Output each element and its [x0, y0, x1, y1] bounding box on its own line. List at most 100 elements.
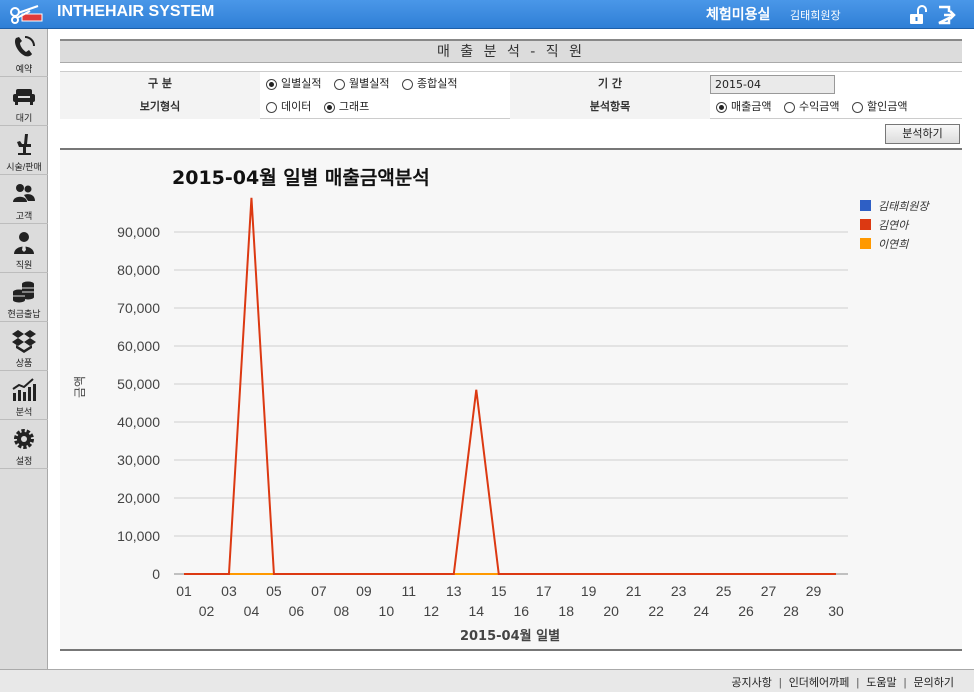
footer-link-inquiry[interactable]: 문의하기: [914, 677, 954, 689]
chart-title: 2015-04월 일별 매출금액분석: [172, 167, 430, 189]
gear-icon: [14, 429, 34, 449]
period-label: 기 간: [510, 72, 710, 96]
chart-area: 0 10,000 20,000 30,000 40,000 50,000 60,000 70,…: [60, 148, 962, 651]
radio-dot: [401, 78, 413, 90]
x-tick-label: 27: [761, 583, 777, 599]
x-tick-label: 21: [626, 583, 642, 599]
x-tick-label: 20: [603, 603, 619, 619]
x-tick-label: 17: [536, 583, 552, 599]
y-tick-label: 10,000: [117, 528, 160, 544]
y-tick-label: 80,000: [117, 262, 160, 278]
bar-chart-icon: [12, 378, 36, 401]
sidebar-item-label: 고객: [15, 211, 33, 221]
sidebar-item-label: 상품: [15, 358, 33, 368]
sidebar-item-staff[interactable]: 직원: [0, 225, 48, 273]
top-bar: INTHEHAIR SYSTEM 체험미용실 김태희원장: [0, 0, 974, 29]
sidebar-item-reservation[interactable]: 예약: [0, 29, 48, 77]
radio-total[interactable]: 종합실적: [401, 72, 457, 96]
radio-dot: [266, 101, 277, 113]
analyze-button[interactable]: 분석하기: [885, 124, 960, 144]
radio-dot: [716, 101, 727, 113]
x-tick-label: 09: [356, 583, 372, 599]
y-tick-label: 60,000: [117, 338, 160, 354]
x-tick-label: 23: [671, 583, 687, 599]
x-tick-label: 28: [783, 603, 799, 619]
radio-dot: [851, 101, 863, 113]
radio-dot: [266, 78, 277, 90]
separator: |: [778, 677, 782, 689]
x-tick-label: 02: [199, 603, 215, 619]
sidebar-item-label: 예약: [15, 64, 33, 74]
sidebar-item-service-sales[interactable]: 시술/판매: [0, 127, 48, 175]
x-tick-label: 04: [244, 603, 260, 619]
staff-icon: [14, 232, 34, 254]
x-tick-label: 14: [468, 603, 484, 619]
separator: |: [856, 677, 860, 689]
footer-link-help[interactable]: 도움말: [866, 677, 896, 689]
x-tick-label: 24: [693, 603, 709, 619]
legend-label: 이연희: [878, 238, 909, 251]
logo-icon: [10, 5, 43, 24]
customers-icon: [13, 184, 35, 202]
shop-name: 체험미용실: [706, 7, 771, 23]
y-tick-label: 30,000: [117, 452, 160, 468]
radio-label: 그래프: [338, 100, 370, 113]
coins-icon: [13, 281, 34, 303]
page-title: 매 출 분 석 - 직 원: [60, 39, 962, 63]
x-tick-label: 03: [221, 583, 237, 599]
radio-label: 일별실적: [281, 77, 322, 90]
sidebar-item-analysis[interactable]: 분석: [0, 372, 48, 420]
radio-label: 매출금액: [731, 100, 772, 113]
y-tick-label: 0: [152, 566, 160, 582]
analysis-item-label: 분석항목: [510, 95, 710, 119]
x-tick-label: 16: [513, 603, 529, 619]
radio-label: 데이터: [281, 100, 312, 113]
sidebar-item-label: 직원: [15, 260, 33, 270]
x-tick-label: 15: [491, 583, 507, 599]
radio-monthly[interactable]: 월별실적: [333, 72, 390, 96]
x-tick-label: 11: [402, 583, 417, 599]
y-axis-label: 금액: [73, 376, 87, 398]
legend-label: 김연아: [878, 219, 910, 232]
radio-dot: [783, 101, 795, 113]
radio-label: 월별실적: [348, 77, 390, 90]
x-tick-label: 08: [334, 603, 350, 619]
footer-links: 공지사항 | 인더헤어까페 | 도움말 | 문의하기: [731, 674, 954, 690]
sidebar-item-cash[interactable]: 현금출납: [0, 274, 48, 322]
x-tick-label: 07: [311, 583, 327, 599]
sidebar-item-customers[interactable]: 고객: [0, 176, 48, 224]
radio-graph[interactable]: 그래프: [323, 95, 370, 119]
radio-data[interactable]: 데이터: [266, 95, 311, 119]
radio-profit-amount[interactable]: 수익금액: [783, 95, 840, 119]
view-type-radio-group: 데이터 그래프: [266, 95, 378, 122]
radio-discount-amount[interactable]: 할인금액: [851, 95, 907, 119]
sidebar-item-label: 분석: [15, 407, 33, 417]
sidebar-item-waiting[interactable]: 대기: [0, 78, 48, 126]
footer-link-notice[interactable]: 공지사항: [731, 677, 771, 689]
footer-link-cafe[interactable]: 인더헤어까페: [789, 677, 850, 689]
x-tick-label: 05: [266, 583, 282, 599]
radio-sales-amount[interactable]: 매출금액: [716, 95, 771, 119]
legend-label: 김태희원장: [878, 200, 930, 213]
x-tick-label: 12: [424, 603, 440, 619]
radio-daily[interactable]: 일별실적: [266, 72, 321, 96]
unlock-icon[interactable]: [907, 5, 927, 25]
sidebar-item-label: 설정: [15, 456, 33, 466]
period-input[interactable]: [710, 75, 835, 94]
logout-icon[interactable]: [936, 5, 956, 25]
view-type-label: 보기형식: [60, 95, 260, 119]
sidebar: 예약 대기 시술/판매 고객 직원 현금출납 상품 분석 설정: [0, 29, 48, 669]
series-line-2: [184, 197, 836, 575]
x-axis-label: 2015-04월 일별: [460, 628, 560, 644]
radio-label: 수익금액: [798, 100, 840, 113]
radio-dot: [333, 78, 345, 90]
sidebar-item-products[interactable]: 상품: [0, 323, 48, 371]
barber-chair-icon: [17, 134, 31, 155]
x-tick-label: 10: [379, 603, 395, 619]
sidebar-item-settings[interactable]: 설정: [0, 421, 48, 469]
y-tick-label: 20,000: [117, 490, 160, 506]
radio-dot: [323, 101, 335, 113]
phone-icon: [15, 36, 35, 57]
x-tick-label: 26: [738, 603, 754, 619]
x-tick-label: 30: [828, 603, 844, 619]
